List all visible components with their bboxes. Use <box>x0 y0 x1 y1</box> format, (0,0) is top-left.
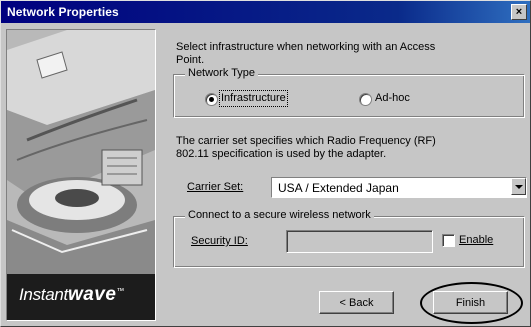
intro-line-1: Select infrastructure when networking wi… <box>176 41 436 53</box>
carrier-info-text: The carrier set specifies which Radio Fr… <box>176 135 436 161</box>
infrastructure-radio[interactable] <box>205 93 218 106</box>
intro-line-2: Point. <box>176 54 205 66</box>
window-title: Network Properties <box>7 5 119 19</box>
ad-hoc-radio[interactable] <box>359 93 372 106</box>
title-bar[interactable]: Network Properties × <box>1 1 530 23</box>
security-id-label: Security ID: <box>191 235 248 247</box>
carrier-info-line-1: The carrier set specifies which Radio Fr… <box>176 135 436 147</box>
close-icon: × <box>515 6 523 18</box>
logo-suffix: wave <box>67 284 117 305</box>
intro-text: Select infrastructure when networking wi… <box>176 41 435 67</box>
finish-button[interactable]: Finish <box>433 291 508 314</box>
radio-selected-dot <box>209 97 214 102</box>
carrier-set-value: USA / Extended Japan <box>278 181 399 195</box>
back-button[interactable]: < Back <box>319 291 394 314</box>
security-id-input[interactable] <box>286 230 433 253</box>
enable-label[interactable]: Enable <box>459 234 493 247</box>
network-properties-window: Network Properties × Instantwave™ Select… <box>0 0 531 327</box>
enable-checkbox[interactable] <box>442 234 455 247</box>
close-button[interactable]: × <box>511 4 527 20</box>
carrier-info-line-2: 802.11 specification is used by the adap… <box>176 148 387 160</box>
chevron-down-icon <box>515 185 523 189</box>
brand-logo-text: Instantwave™ <box>19 284 124 306</box>
carrier-set-dropdown[interactable]: USA / Extended Japan <box>271 177 527 198</box>
finish-button-label: Finish <box>455 297 486 309</box>
logo-prefix: Instant <box>19 285 68 304</box>
ad-hoc-label[interactable]: Ad-hoc <box>375 92 410 105</box>
secure-network-legend: Connect to a secure wireless network <box>185 209 374 222</box>
back-button-label: < Back <box>339 297 374 309</box>
wizard-side-image: Instantwave™ <box>6 29 156 321</box>
trademark-mark: ™ <box>116 286 125 296</box>
dropdown-button[interactable] <box>511 178 526 195</box>
carrier-set-label: Carrier Set: <box>187 181 244 193</box>
infrastructure-label[interactable]: Infrastructure <box>219 90 288 107</box>
brand-logo: Instantwave™ <box>7 274 155 320</box>
network-type-legend: Network Type <box>185 67 259 80</box>
